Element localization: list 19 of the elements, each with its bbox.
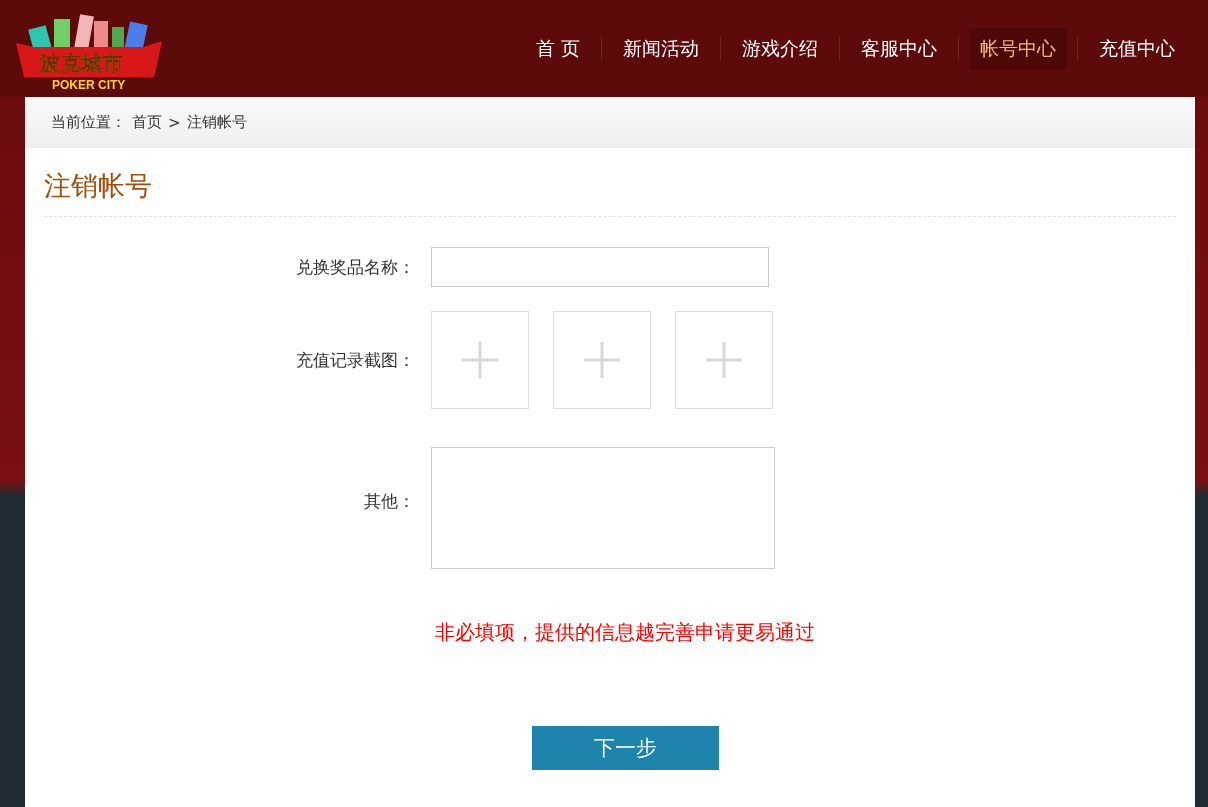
breadcrumb-item: > [168,113,181,132]
nav-link[interactable]: 客服中心 [850,27,948,70]
logo[interactable]: 波克城市 POKER CITY [14,8,166,89]
form-label: 兑换奖品名称： [295,255,416,279]
logo-subtitle: POKER CITY [52,77,126,92]
nav-link[interactable]: 首 页 [524,27,591,70]
nav-link[interactable]: 充值中心 [1088,27,1186,70]
breadcrumb-label: 当前位置： [51,113,126,132]
breadcrumb-item: 注销帐号 [186,113,247,132]
page-title: 注销帐号 [44,148,1176,217]
form-label: 充值记录截图： [295,348,416,372]
nav-link[interactable]: 游戏介绍 [731,27,829,70]
breadcrumb-item[interactable]: 首页 [132,113,162,132]
nav-link[interactable]: 新闻活动 [612,27,710,70]
form-label: 其他： [363,489,416,513]
logo-title: 波克城市 [40,49,124,77]
next-step-button[interactable]: 下一步 [531,726,719,770]
hint-text: 非必填项，提供的信息越完善申请更易通过 [434,619,816,646]
nav-link[interactable]: 帐号中心 [969,27,1067,70]
